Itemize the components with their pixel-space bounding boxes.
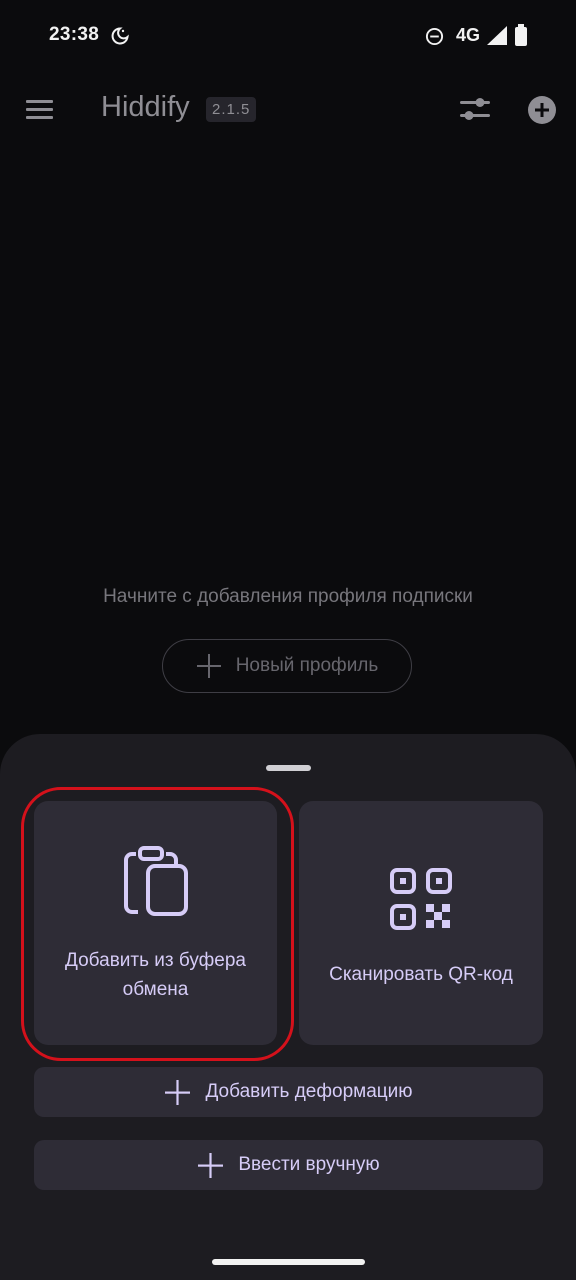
filter-icon[interactable] [456,93,494,125]
battery-icon [515,24,527,46]
drag-handle[interactable] [266,765,311,771]
add-from-clipboard-button[interactable]: Добавить из буфера обмена [34,801,277,1045]
network-type: 4G [456,25,481,45]
clipboard-icon [123,846,188,916]
app-title: Hiddify [101,91,190,123]
manual-entry-button[interactable]: Ввести вручную [34,1140,543,1190]
plus-icon [198,1152,224,1178]
add-deformation-button[interactable]: Добавить деформацию [34,1067,543,1117]
qr-code-icon [390,867,452,930]
screen: 23:38 4G Hiddify 2.1.5 Начните с добавле… [0,0,576,1280]
plus-icon [165,1079,191,1105]
new-profile-label: Новый профиль [235,655,379,676]
signal-icon [487,26,507,45]
clipboard-label-line1: Добавить из буфера [65,950,246,971]
clipboard-label: Добавить из буфера обмена [51,946,261,1004]
qr-label: Сканировать QR-код [329,963,513,985]
empty-state-message: Начните с добавления профиля подписки [103,586,473,607]
moon-icon [111,27,129,45]
new-profile-button[interactable]: Новый профиль [162,639,412,693]
add-circle-icon[interactable] [527,95,557,125]
manual-entry-label: Ввести вручную [238,1154,380,1175]
gesture-nav-handle[interactable] [212,1259,365,1265]
menu-icon[interactable] [22,90,58,128]
add-deformation-label: Добавить деформацию [205,1081,413,1102]
scan-qr-button[interactable]: Сканировать QR-код [299,801,543,1045]
status-time: 23:38 [49,24,100,45]
plus-icon [196,654,221,678]
status-bar: 23:38 4G [0,0,576,72]
clipboard-label-line2: обмена [122,979,189,1000]
do-not-disturb-icon [425,27,444,46]
version-badge: 2.1.5 [206,97,257,122]
